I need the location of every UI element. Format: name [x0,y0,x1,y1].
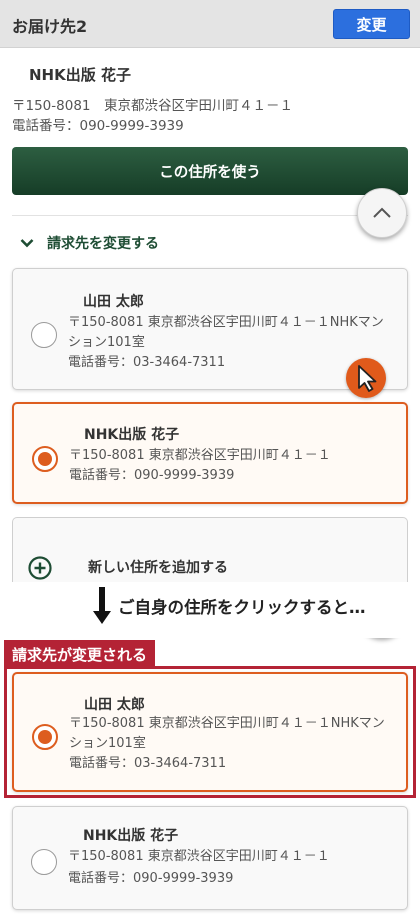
billing-card-nhk[interactable]: NHK出版 花子 〒150-8081 東京都渋谷区宇田川町４１－１ 電話番号：0… [12,402,408,504]
radio-button[interactable] [31,849,57,875]
radio-button[interactable] [31,322,57,348]
add-address-label: 新しい住所を追加する [88,560,228,576]
card-phone: 電話番号：090-9999-3939 [68,871,234,886]
card-name: NHK出版 花子 [83,828,179,844]
annotation-caption: ご自身の住所をクリックすると… [118,598,366,617]
after-card-nhk[interactable]: NHK出版 花子 〒150-8081 東京都渋谷区宇田川町４１－１ 電話番号：0… [12,806,408,910]
scroll-top-button[interactable] [357,188,407,238]
card-address-line1: 〒150-8081 東京都渋谷区宇田川町４１－１ [68,849,330,864]
billing-toggle-label: 請求先を変更する [47,236,159,252]
radio-button-selected[interactable] [32,446,58,472]
annotation-frame [4,666,416,798]
card-address-line1: 〒150-8081 東京都渋谷区宇田川町４１－１NHKマン [68,315,384,330]
header-bar: お届け先2 変更 [0,0,420,48]
chevron-down-icon [20,239,34,248]
arrow-down-icon [93,587,111,624]
shipping-phone: 電話番号：090-9999-3939 [12,118,184,134]
chevron-up-icon [373,207,391,218]
card-address-line2: ション101室 [68,335,145,350]
card-address-line1: 〒150-8081 東京都渋谷区宇田川町４１－１ [69,448,331,463]
divider [12,215,408,216]
card-phone: 電話番号：03-3464-7311 [68,355,226,370]
shipping-address-line: 〒150-8081 東京都渋谷区宇田川町４１－１ [12,98,293,114]
mouse-pointer-icon [346,358,386,398]
use-this-address-button[interactable]: この住所を使う [12,147,408,195]
card-name: NHK出版 花子 [84,427,180,443]
change-button[interactable]: 変更 [333,9,410,39]
annotation-banner: 請求先が変更される [4,640,156,668]
page-title: お届け先2 [12,17,88,36]
add-address-card[interactable]: 新しい住所を追加する [12,517,408,589]
billing-toggle[interactable]: 請求先を変更する [20,232,159,254]
card-name: 山田 太郎 [83,294,144,310]
plus-circle-icon [28,556,52,580]
shipping-name: NHK出版 花子 [29,66,131,84]
card-phone: 電話番号：090-9999-3939 [69,468,235,483]
